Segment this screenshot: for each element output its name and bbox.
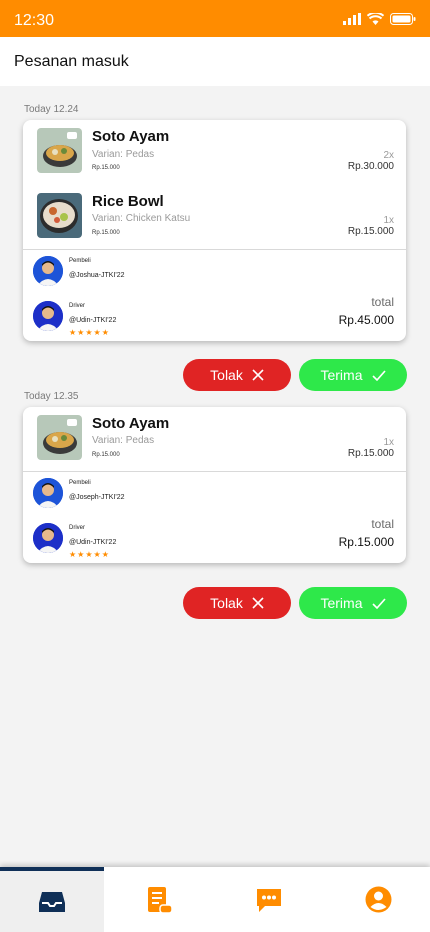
profile-icon [365, 886, 391, 913]
status-icons [343, 13, 416, 25]
item-qty: 2x [383, 150, 394, 161]
driver-handle: @Udin-JTKI'22 [69, 317, 117, 324]
item-name: Soto Ayam [92, 415, 170, 432]
item-price: Rp.15.000 [92, 452, 120, 458]
accept-button[interactable]: Terima [299, 359, 407, 391]
item-name: Soto Ayam [92, 128, 170, 145]
driver-info: Driver @Udin-JTKI'22 ★★★★★ [33, 523, 233, 559]
card-divider [23, 471, 406, 472]
item-price: Rp.15.000 [92, 230, 120, 236]
order-timestamp: Today 12.24 [24, 104, 79, 115]
buyer-handle: @Joseph-JTKI'22 [69, 494, 125, 501]
wifi-icon [367, 13, 384, 25]
order-item: Soto Ayam Varian: Pedas Rp.15.000 1x Rp.… [23, 415, 406, 475]
reject-button[interactable]: Tolak [183, 359, 291, 391]
food-image [37, 128, 82, 173]
reject-label: Tolak [210, 367, 243, 383]
driver-role: Driver [69, 525, 85, 531]
nav-tab-orders[interactable] [108, 867, 212, 932]
buyer-role: Pembeli [69, 258, 91, 264]
app-bar: Pesanan masuk [0, 37, 430, 86]
accept-label: Terima [320, 367, 363, 383]
item-name: Rice Bowl [92, 193, 164, 210]
nav-tab-inbox[interactable] [0, 867, 104, 932]
order-card: Soto Ayam Varian: Pedas Rp.15.000 1x Rp.… [23, 407, 406, 563]
signal-icon [343, 13, 361, 25]
status-time: 12:30 [14, 12, 55, 29]
accept-button[interactable]: Terima [299, 587, 407, 619]
close-icon [252, 597, 264, 609]
driver-avatar [33, 301, 63, 331]
close-icon [252, 369, 264, 381]
driver-info: Driver @Udin-JTKI'22 ★★★★★ [33, 301, 233, 337]
order-item: Soto Ayam Varian: Pedas Rp.15.000 2x Rp.… [23, 128, 406, 188]
accept-label: Terima [320, 595, 363, 611]
item-subtotal: Rp.15.000 [347, 226, 394, 237]
check-icon [371, 369, 386, 381]
chat-icon [257, 888, 281, 912]
order-timestamp: Today 12.35 [24, 391, 79, 402]
driver-role: Driver [69, 303, 85, 309]
item-subtotal: Rp.30.000 [347, 161, 394, 172]
total-label: total [371, 295, 394, 309]
total-label: total [371, 517, 394, 531]
battery-icon [390, 13, 416, 25]
item-variant: Varian: Pedas [92, 435, 155, 446]
driver-avatar [33, 523, 63, 553]
card-divider [23, 249, 406, 250]
buyer-handle: @Joshua-JTKI'22 [69, 272, 125, 279]
item-variant: Varian: Pedas [92, 149, 155, 160]
page-title: Pesanan masuk [14, 53, 129, 70]
food-image [37, 415, 82, 460]
food-image [37, 193, 82, 238]
driver-rating-stars: ★★★★★ [69, 550, 110, 559]
order-item: Rice Bowl Varian: Chicken Katsu Rp.15.00… [23, 193, 406, 253]
buyer-avatar [33, 478, 63, 508]
item-qty: 1x [383, 215, 394, 226]
total-value: Rp.15.000 [338, 535, 394, 549]
receipt-icon [148, 886, 173, 914]
nav-tab-chat[interactable] [217, 867, 321, 932]
driver-handle: @Udin-JTKI'22 [69, 539, 117, 546]
buyer-role: Pembeli [69, 480, 91, 486]
item-price: Rp.15.000 [92, 165, 120, 171]
buyer-avatar [33, 256, 63, 286]
inbox-icon [39, 891, 65, 912]
item-variant: Varian: Chicken Katsu [92, 213, 191, 224]
reject-label: Tolak [210, 595, 243, 611]
driver-rating-stars: ★★★★★ [69, 328, 110, 337]
check-icon [371, 597, 386, 609]
reject-button[interactable]: Tolak [183, 587, 291, 619]
buyer-info: Pembeli @Joseph-JTKI'22 [33, 478, 233, 510]
order-card: Soto Ayam Varian: Pedas Rp.15.000 2x Rp.… [23, 120, 406, 341]
item-qty: 1x [383, 437, 394, 448]
status-bar: 12:30 [0, 0, 430, 37]
bottom-nav [0, 867, 430, 932]
item-subtotal: Rp.15.000 [347, 448, 394, 459]
buyer-info: Pembeli @Joshua-JTKI'22 [33, 256, 233, 288]
nav-tab-profile[interactable] [326, 867, 430, 932]
total-value: Rp.45.000 [338, 313, 394, 327]
